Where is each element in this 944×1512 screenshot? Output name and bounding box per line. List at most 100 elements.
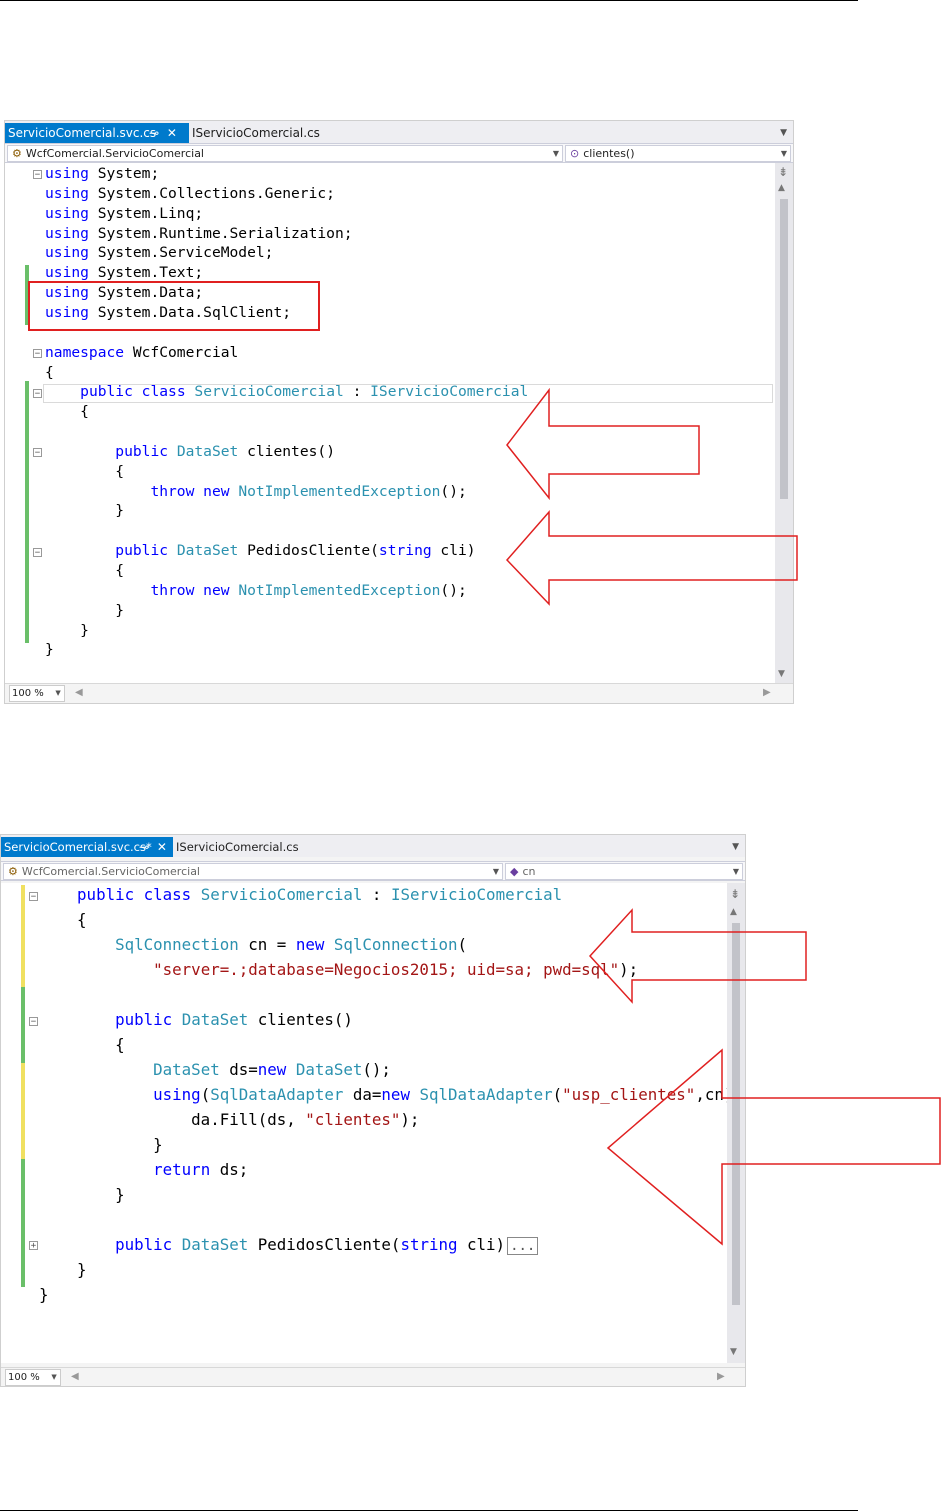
member-dropdown-value: clientes() (583, 147, 635, 160)
bottom-rule (0, 1510, 858, 1511)
code-line: public DataSet PedidosCliente(string cli… (39, 1235, 539, 1260)
scroll-left-icon[interactable]: ◀ (75, 684, 83, 702)
code-line: } (39, 1135, 163, 1154)
chevron-down-icon: ▼ (780, 149, 787, 158)
code-line: { (45, 562, 125, 579)
member-dropdown[interactable]: ◆ cn ▼ (505, 863, 743, 880)
scroll-down-icon[interactable]: ▼ (730, 1347, 737, 1357)
code-line: da.Fill(ds, "clientes"); (39, 1110, 420, 1129)
class-icon: ⚙ (8, 865, 18, 878)
collapse-icon[interactable]: − (29, 1017, 38, 1027)
code-line: using System.ServiceModel; (45, 244, 274, 262)
annotation-arrow-clientes (506, 388, 700, 501)
top-rule (0, 0, 858, 1)
class-icon: ⚙ (12, 147, 22, 160)
tab-iservicio-comercial-cs[interactable]: IServicioComercial.cs (189, 123, 329, 143)
scrollbar-thumb[interactable] (780, 199, 788, 499)
pin-icon[interactable]: ⊸ (139, 837, 149, 857)
chevron-down-icon: ▼ (732, 867, 739, 876)
code-line: { (45, 403, 89, 421)
tab-overflow-dropdown-icon[interactable]: ▼ (732, 837, 739, 857)
code-line: using System.Linq; (45, 204, 204, 222)
code-line: throw new NotImplementedException(); (150, 482, 467, 500)
tab-overflow-dropdown-icon[interactable]: ▼ (780, 123, 787, 143)
document-tab-bar: ServicioComercial.svc.cs* ⊸ ✕ IServicioC… (1, 835, 745, 857)
navigation-bar: ⚙ WcfComercial.ServicioComercial ▼ ◆ cn ▼ (1, 861, 745, 881)
change-marker (21, 1063, 25, 1159)
pin-icon[interactable]: ⊸ (149, 123, 159, 143)
code-line: { (39, 1035, 125, 1054)
highlight-box-using-statements (28, 281, 320, 331)
collapsed-region-marker[interactable]: ... (507, 1237, 539, 1255)
code-line: } (45, 601, 125, 619)
close-icon[interactable]: ✕ (157, 837, 167, 857)
scroll-right-icon[interactable]: ▶ (717, 1368, 725, 1386)
code-line: public DataSet clientes() (115, 1010, 353, 1029)
type-dropdown[interactable]: ⚙ WcfComercial.ServicioComercial ▼ (3, 863, 503, 880)
change-marker (21, 987, 25, 1063)
chevron-down-icon: ▼ (552, 149, 559, 158)
collapse-icon[interactable]: − (33, 170, 42, 180)
type-dropdown-value: WcfComercial.ServicioComercial (21, 865, 200, 878)
editor-status-bar: 100 % ▼ ◀ ▶ (5, 683, 793, 702)
tab-label: IServicioComercial.cs (176, 840, 299, 854)
split-handle-icon[interactable]: ⇟ (778, 165, 788, 179)
close-icon[interactable]: ✕ (167, 123, 177, 143)
code-line: } (39, 1185, 125, 1204)
editor-status-bar: 100 % ▼ ◀ ▶ (1, 1367, 745, 1386)
tab-label: ServicioComercial.svc.cs (8, 126, 157, 140)
method-icon: ⊙ (570, 147, 580, 160)
tab-servicio-comercial-svc-cs[interactable]: ServicioComercial.svc.cs ⊸ ✕ (5, 123, 189, 143)
chevron-down-icon: ▼ (492, 867, 499, 876)
type-dropdown-value: WcfComercial.ServicioComercial (25, 147, 204, 160)
tab-label: ServicioComercial.svc.cs* (4, 840, 152, 854)
code-line: "server=.;database=Negocios2015; uid=sa;… (153, 960, 639, 979)
code-line: } (39, 1285, 49, 1304)
collapse-icon[interactable]: − (33, 349, 42, 359)
code-line: return ds; (153, 1160, 249, 1179)
tab-iservicio-comercial-cs[interactable]: IServicioComercial.cs (173, 837, 313, 857)
chevron-down-icon: ▼ (51, 1373, 57, 1381)
collapse-icon[interactable]: − (33, 548, 42, 558)
zoom-dropdown[interactable]: 100 % ▼ (9, 685, 65, 702)
code-line: } (45, 621, 89, 639)
code-line: } (45, 641, 54, 659)
document-tab-bar: ServicioComercial.svc.cs ⊸ ✕ IServicioCo… (5, 121, 793, 143)
code-line: } (39, 1260, 87, 1279)
zoom-dropdown[interactable]: 100 % ▼ (5, 1369, 61, 1386)
code-line: public DataSet PedidosCliente(string cli… (115, 542, 476, 560)
zoom-level: 100 % (8, 1372, 40, 1383)
code-line: public class ServicioComercial : IServic… (77, 885, 563, 904)
type-dropdown[interactable]: ⚙ WcfComercial.ServicioComercial ▼ (7, 145, 563, 162)
member-dropdown[interactable]: ⊙ clientes() ▼ (565, 145, 791, 162)
collapse-icon[interactable]: − (33, 389, 42, 399)
code-line: { (39, 910, 87, 929)
collapse-icon[interactable]: − (33, 448, 42, 458)
scroll-down-icon[interactable]: ▼ (778, 669, 785, 679)
scroll-left-icon[interactable]: ◀ (71, 1368, 79, 1386)
zoom-level: 100 % (12, 688, 44, 699)
tab-servicio-comercial-svc-cs-modified[interactable]: ServicioComercial.svc.cs* ⊸ ✕ (1, 837, 173, 857)
change-marker (21, 885, 25, 987)
field-icon: ◆ (510, 865, 519, 878)
annotation-arrow-pedidos (505, 510, 798, 606)
scroll-right-icon[interactable]: ▶ (763, 684, 771, 702)
navigation-bar: ⚙ WcfComercial.ServicioComercial ▼ ⊙ clien… (5, 143, 793, 163)
code-line: throw new NotImplementedException(); (150, 581, 467, 599)
tab-label: IServicioComercial.cs (192, 126, 320, 140)
expand-icon[interactable]: + (29, 1241, 38, 1251)
collapse-icon[interactable]: − (29, 892, 38, 902)
annotation-arrow-clientes-method (606, 1048, 941, 1246)
code-line: using System; (45, 165, 160, 182)
code-line: public DataSet clientes() (115, 442, 335, 460)
scroll-up-icon[interactable]: ▲ (778, 183, 785, 193)
chevron-down-icon: ▼ (55, 689, 61, 697)
code-line: { (45, 363, 54, 381)
code-line: namespace WcfComercial (45, 343, 239, 361)
split-handle-icon[interactable]: ⇟ (730, 887, 740, 901)
code-line: using System.Collections.Generic; (45, 184, 335, 202)
code-line: using System.Runtime.Serialization; (45, 224, 353, 242)
change-marker (25, 381, 29, 643)
member-dropdown-value: cn (522, 865, 536, 878)
code-line: } (45, 502, 125, 520)
